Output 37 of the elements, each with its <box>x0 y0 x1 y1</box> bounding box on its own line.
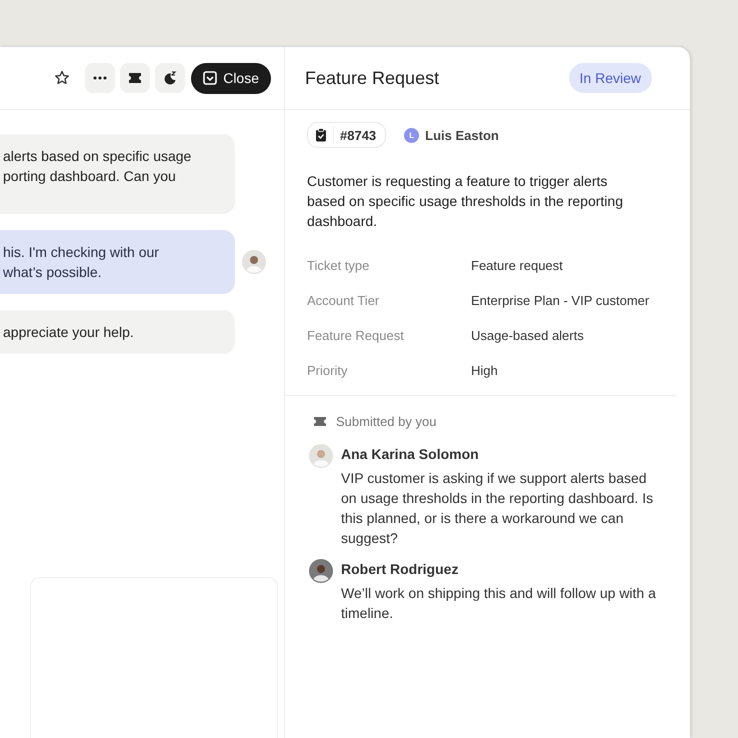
field-value: High <box>471 362 499 379</box>
more-button[interactable] <box>85 63 116 93</box>
comment-author: Robert Rodriguez <box>341 561 460 577</box>
ticket-icon <box>128 72 142 84</box>
message-text: alerts based on specific usage <box>3 147 192 166</box>
avatar-icon <box>309 559 333 583</box>
ticket-number-chip[interactable]: #8743 <box>307 122 386 148</box>
more-icon <box>93 76 108 80</box>
field-label: Ticket type <box>307 257 370 274</box>
comment-text: VIP customer is asking if we support alerts based on usage thresholds in the reporting dashboard. Is this planned, or is there a workaround we can suggest? <box>341 469 654 548</box>
activity-label: Submitted by you <box>336 414 436 429</box>
ticket-icon <box>313 416 327 427</box>
field-label: Feature Request <box>307 327 405 344</box>
field-label: Account Tier <box>307 292 380 309</box>
message-text: what’s possible. <box>3 263 103 282</box>
ticket-button[interactable] <box>120 63 150 93</box>
field-label: Priority <box>307 362 348 379</box>
message-text: porting dashboard. Can you <box>3 167 177 186</box>
assignee-chip[interactable]: L Luis Easton <box>404 128 499 142</box>
ticket-description: Customer is requesting a feature to trigger alerts based on specific usage thresholds in the reporting dashboard. <box>307 172 624 231</box>
avatar-icon <box>242 250 266 274</box>
clipboard-icon <box>315 128 327 142</box>
snooze-button[interactable] <box>155 63 186 93</box>
star-icon[interactable] <box>54 70 70 86</box>
comment-author: Ana Karina Solomon <box>341 446 480 462</box>
message-text: his. I'm checking with our <box>3 243 160 262</box>
close-button[interactable]: Close <box>191 62 271 94</box>
field-value: Usage-based alerts <box>471 327 585 344</box>
status-badge: In Review <box>568 63 652 93</box>
moon-icon <box>163 71 178 85</box>
field-value: Enterprise Plan - VIP customer <box>471 292 650 309</box>
comment-text: We’ll work on shipping this and will follow up with a timeline. <box>341 584 657 623</box>
checkbox-icon <box>203 71 218 85</box>
ticket-title: Feature Request <box>305 68 440 88</box>
field-value: Feature request <box>471 257 564 274</box>
avatar-icon <box>309 444 333 468</box>
message-text: appreciate your help. <box>3 323 135 342</box>
